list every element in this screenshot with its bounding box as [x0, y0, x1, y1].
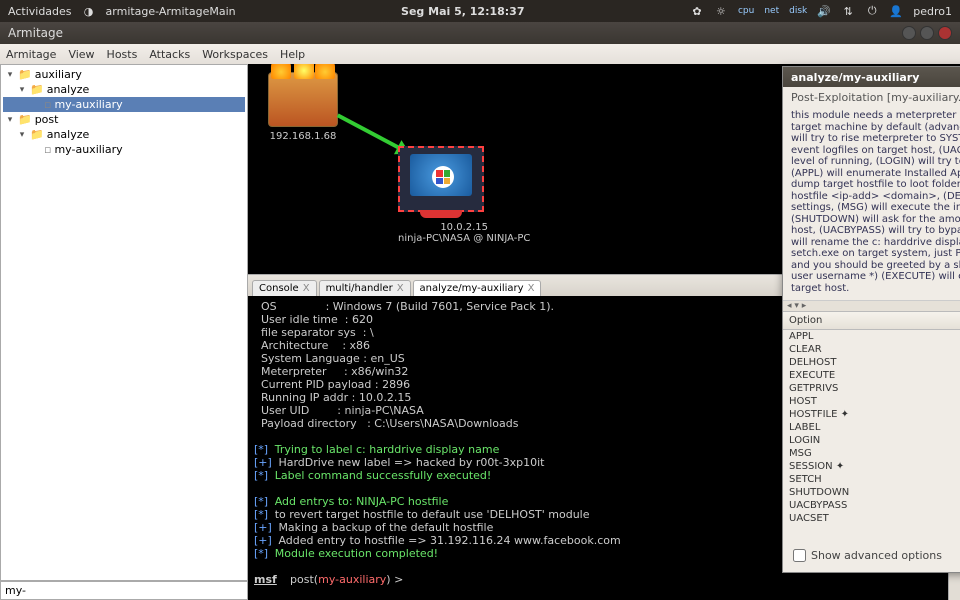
show-advanced-label: Show advanced options: [811, 549, 942, 562]
menu-view[interactable]: View: [68, 48, 94, 61]
tree-node-my-auxiliary-post[interactable]: ▫my-auxiliary: [3, 142, 245, 157]
option-name: UACBYPASS: [783, 499, 960, 512]
app-menu-label[interactable]: armitage-ArmitageMain: [106, 5, 236, 18]
window-close-button[interactable]: [938, 26, 952, 40]
folder-icon: 📁: [30, 128, 44, 141]
module-icon: ▫: [44, 143, 51, 156]
option-row[interactable]: SETCH0: [783, 473, 960, 486]
option-row[interactable]: MSG: [783, 447, 960, 460]
app-menu-icon[interactable]: ◑: [82, 4, 96, 18]
option-name: EXECUTE: [783, 369, 960, 382]
option-name: APPL: [783, 330, 960, 344]
col-option[interactable]: Option▴: [783, 312, 960, 330]
indicator-net: net: [764, 6, 779, 16]
power-icon[interactable]: ⏻: [865, 4, 879, 18]
option-row[interactable]: UACSET0: [783, 512, 960, 525]
host-ip-1: 192.168.1.68: [268, 131, 338, 142]
window-minimize-button[interactable]: [902, 26, 916, 40]
indicator-cpu: cpu: [738, 6, 754, 16]
dialog-titlebar[interactable]: analyze/my-auxiliary: [783, 67, 960, 87]
host-icon-firewall[interactable]: [268, 72, 338, 127]
activities-button[interactable]: Actividades: [8, 5, 72, 18]
option-row[interactable]: GETPRIVS0: [783, 382, 960, 395]
option-row[interactable]: HOST0: [783, 395, 960, 408]
volume-icon[interactable]: 🔊: [817, 4, 831, 18]
option-name: DELHOST: [783, 356, 960, 369]
option-name: HOST: [783, 395, 960, 408]
option-row[interactable]: LOGIN0: [783, 434, 960, 447]
user-icon[interactable]: 👤: [889, 4, 903, 18]
window-titlebar[interactable]: Armitage: [0, 22, 960, 44]
option-name: SETCH: [783, 473, 960, 486]
module-icon: ▫: [44, 98, 51, 111]
module-search-input[interactable]: [1, 582, 247, 599]
option-name: HOSTFILE ✦: [783, 408, 960, 421]
dialog-description: this module needs a meterpreter session …: [783, 108, 960, 300]
option-row[interactable]: UACBYPASS0: [783, 499, 960, 512]
host-ip-2: 10.0.2.15: [398, 222, 530, 233]
tab-analyze-my-auxiliary[interactable]: analyze/my-auxiliaryX: [413, 280, 542, 296]
menu-attacks[interactable]: Attacks: [149, 48, 190, 61]
folder-icon: 📁: [18, 113, 32, 126]
option-name: SHUTDOWN: [783, 486, 960, 499]
user-name[interactable]: pedro1: [913, 5, 952, 18]
option-row[interactable]: LABELhacked by r00t-3xp10it: [783, 421, 960, 434]
option-row[interactable]: SESSION ✦1: [783, 460, 960, 473]
option-row[interactable]: EXECUTE: [783, 369, 960, 382]
option-row[interactable]: DELHOST0: [783, 356, 960, 369]
menu-workspaces[interactable]: Workspaces: [202, 48, 268, 61]
module-dialog[interactable]: analyze/my-auxiliary Post-Exploitation […: [782, 66, 960, 573]
tree-node-auxiliary[interactable]: ▾📁auxiliary: [3, 67, 245, 82]
tree-node-my-auxiliary-aux[interactable]: ▫my-auxiliary: [3, 97, 245, 112]
tab-multi-handler[interactable]: multi/handlerX: [319, 280, 411, 296]
option-row[interactable]: HOSTFILE ✦31.192.116.24 www.facebook.com: [783, 408, 960, 421]
module-tree[interactable]: ▾📁auxiliary ▾📁analyze ▫my-auxiliary ▾📁po…: [0, 64, 248, 581]
desktop-topbar: Actividades ◑ armitage-ArmitageMain Seg …: [0, 0, 960, 22]
option-name: MSG: [783, 447, 960, 460]
dialog-title: analyze/my-auxiliary: [791, 71, 919, 84]
show-advanced-input[interactable]: [793, 549, 806, 562]
tab-close-icon[interactable]: X: [528, 283, 535, 294]
menu-armitage[interactable]: Armitage: [6, 48, 56, 61]
menu-hosts[interactable]: Hosts: [107, 48, 138, 61]
tab-close-icon[interactable]: X: [303, 283, 310, 294]
option-name: UACSET: [783, 512, 960, 525]
option-row[interactable]: SHUTDOWN: [783, 486, 960, 499]
options-table: Option▴ Value APPL0CLEAR0DELHOST0EXECUTE…: [783, 311, 960, 525]
tree-node-post[interactable]: ▾📁post: [3, 112, 245, 127]
tree-node-post-analyze[interactable]: ▾📁analyze: [3, 127, 245, 142]
topbar-clock: Seg Mai 5, 12:18:37: [248, 5, 678, 18]
show-advanced-checkbox[interactable]: Show advanced options: [793, 549, 942, 562]
module-search-box: [0, 581, 248, 600]
indicator-disk: disk: [789, 6, 807, 16]
tab-close-icon[interactable]: X: [397, 283, 404, 294]
tree-node-analyze[interactable]: ▾📁analyze: [3, 82, 245, 97]
option-row[interactable]: CLEAR0: [783, 343, 960, 356]
option-name: GETPRIVS: [783, 382, 960, 395]
app-menubar: Armitage View Hosts Attacks Workspaces H…: [0, 44, 960, 64]
windows-logo-icon: [432, 166, 454, 188]
option-name: LABEL: [783, 421, 960, 434]
option-name: LOGIN: [783, 434, 960, 447]
dialog-nav-arrows[interactable]: ◂ ▾ ▸: [783, 300, 960, 311]
dialog-subtitle: Post-Exploitation [my-auxiliary.rb]: [783, 87, 960, 108]
option-name: CLEAR: [783, 343, 960, 356]
host-icon-pc[interactable]: [398, 146, 484, 212]
window-maximize-button[interactable]: [920, 26, 934, 40]
option-name: SESSION ✦: [783, 460, 960, 473]
accessibility-icon[interactable]: ✿: [690, 4, 704, 18]
network-icon[interactable]: ⇅: [841, 4, 855, 18]
folder-icon: 📁: [18, 68, 32, 81]
brightness-icon[interactable]: ☼: [714, 4, 728, 18]
host-name-2: ninja-PC\NASA @ NINJA-PC: [398, 233, 530, 244]
menu-help[interactable]: Help: [280, 48, 305, 61]
window-title: Armitage: [8, 26, 63, 40]
option-row[interactable]: APPL0: [783, 330, 960, 344]
tab-console[interactable]: ConsoleX: [252, 280, 317, 296]
folder-icon: 📁: [30, 83, 44, 96]
